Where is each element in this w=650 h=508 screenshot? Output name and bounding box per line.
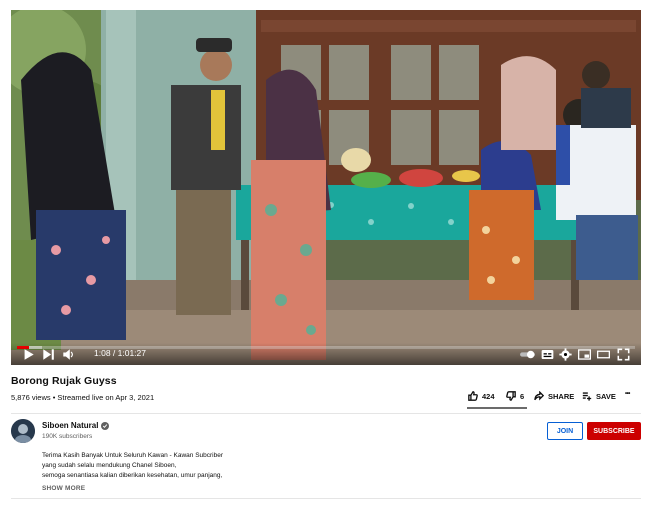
more-icon: ••• (625, 391, 630, 397)
description-line: semoga senantiasa kalian diberikan keseh… (42, 472, 223, 479)
thumbs-down-icon (506, 391, 516, 401)
stream-date: Streamed live on Apr 3, 2021 (57, 393, 155, 402)
settings-icon (558, 347, 572, 361)
subtitles-button[interactable] (540, 347, 554, 361)
fullscreen-button[interactable] (616, 347, 630, 361)
player-controls: 1:08 / 1:01:27 (11, 343, 641, 365)
video-player[interactable]: 1:08 / 1:01:27 (11, 10, 641, 365)
verified-icon (101, 421, 110, 430)
play-icon (24, 348, 34, 360)
share-icon (534, 391, 544, 401)
share-button[interactable]: SHARE (534, 391, 574, 401)
subscribe-button[interactable]: SUBSCRIBE (587, 422, 641, 440)
volume-button[interactable] (61, 347, 75, 361)
more-actions-button[interactable]: ••• (625, 391, 630, 397)
divider (11, 413, 641, 414)
dislike-count: 6 (520, 391, 525, 401)
view-count: 5,876 views (11, 393, 51, 402)
avatar-image (11, 419, 35, 443)
like-button[interactable]: 424 (468, 391, 495, 401)
fullscreen-icon (617, 348, 629, 360)
channel-avatar[interactable] (11, 419, 35, 443)
theater-icon (596, 350, 610, 358)
save-playlist-icon (582, 392, 592, 401)
subscriber-count: 190K subscribers (42, 433, 93, 440)
play-button[interactable] (21, 347, 35, 361)
like-count: 424 (482, 391, 495, 401)
video-title: Borong Rujak Guyss (11, 375, 117, 387)
channel-name-text: Siboen Natural (42, 421, 99, 430)
autoplay-toggle[interactable] (518, 347, 536, 361)
join-button[interactable]: JOIN (547, 422, 583, 440)
settings-button[interactable] (558, 347, 572, 361)
miniplayer-button[interactable] (577, 347, 591, 361)
theater-button[interactable] (596, 347, 610, 361)
subtitles-icon (541, 349, 553, 359)
dislike-button[interactable]: 6 (506, 391, 524, 401)
share-label: SHARE (548, 391, 575, 401)
like-dislike-ratio-bar (467, 407, 527, 409)
description-line: Terima Kasih Banyak Untuk Seluruh Kawan … (42, 452, 224, 459)
divider (11, 498, 641, 499)
autoplay-toggle-icon (519, 350, 535, 358)
video-meta: 5,876 views • Streamed live on Apr 3, 20… (11, 393, 154, 402)
thumbs-up-icon (468, 391, 478, 401)
volume-icon (62, 348, 73, 360)
save-label: SAVE (596, 391, 616, 401)
time-display: 1:08 / 1:01:27 (94, 348, 146, 358)
miniplayer-icon (577, 348, 591, 360)
next-icon (42, 348, 54, 360)
next-button[interactable] (41, 347, 55, 361)
video-frame (11, 10, 641, 365)
video-description: Terima Kasih Banyak Untuk Seluruh Kawan … (42, 451, 223, 481)
description-line: yang sudah selalu mendukung Chanel Siboe… (42, 462, 177, 469)
save-button[interactable]: SAVE (582, 391, 616, 401)
channel-name[interactable]: Siboen Natural (42, 421, 110, 430)
show-more-button[interactable]: SHOW MORE (42, 485, 85, 492)
